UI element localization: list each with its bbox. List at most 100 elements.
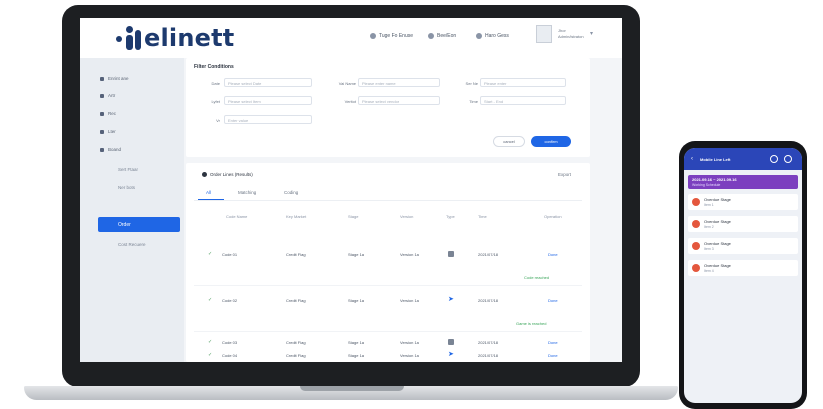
avatar[interactable] (536, 25, 552, 43)
header-link-label: Tuge Fo Enuse (379, 33, 414, 39)
value-field[interactable]: Enter value (224, 115, 312, 124)
edit-icon (476, 33, 482, 39)
column-header[interactable]: Key Market (286, 214, 306, 219)
cell-code: Code 03 (222, 340, 238, 345)
globe-icon (370, 33, 376, 39)
cell-stage: Stage 1a (348, 353, 365, 358)
column-header[interactable]: Version (400, 214, 413, 219)
box-icon (100, 147, 104, 152)
logo[interactable]: elinett (116, 23, 234, 53)
field-label: Vr (216, 118, 220, 123)
serial-field[interactable]: Please enter (480, 78, 566, 87)
cancel-button[interactable]: cancel (493, 136, 525, 147)
tab-matching[interactable]: Matching (238, 190, 256, 195)
row-action-link[interactable]: Done (548, 340, 558, 345)
header-link-edit[interactable]: Haro Gess (476, 33, 509, 39)
sidebar-item-board[interactable]: Boand (100, 147, 180, 152)
cell-market: Credit Flag (286, 353, 306, 358)
phone-header: ‹ Mobile Line Left (684, 148, 802, 170)
cell-stage: Stage 1a (348, 340, 365, 345)
sidebar-item-dashboard[interactable]: Enrint ane (100, 76, 180, 81)
list-item[interactable]: Overdue Stage Item 2 (688, 216, 798, 232)
schedule-banner[interactable]: 2021.09.16 ~ 2021.09.16 Working Schedule (688, 175, 798, 189)
column-header[interactable]: Type (446, 214, 455, 219)
row-divider (194, 285, 582, 286)
sidebar-subitem[interactable]: Cost Recuere (118, 242, 146, 247)
alert-icon (692, 198, 700, 206)
row-action-link[interactable]: Done (548, 252, 558, 257)
confirm-button[interactable]: confirm (531, 136, 571, 147)
cell-stage: Stage 1a (348, 252, 365, 257)
user-info[interactable]: Jhor Admin/istraton (558, 28, 584, 40)
user-icon (100, 93, 104, 98)
row-action-link[interactable]: Done (548, 353, 558, 358)
time-range-field[interactable]: Start - End (480, 96, 566, 105)
sidebar-item-label: Boand (108, 147, 122, 152)
date-field[interactable]: Please select Date (224, 78, 312, 87)
sidebar-subitem[interactable]: Ner bots (118, 185, 135, 190)
cell-version: Version 1a (400, 353, 419, 358)
cell-time: 2021/07/18 (478, 252, 499, 257)
back-arrow-icon[interactable]: ‹ (691, 156, 693, 162)
field-label: Veritot (344, 99, 356, 104)
cell-version: Version 1a (400, 340, 419, 345)
item-field[interactable]: Please select Item (224, 96, 312, 105)
card-title: Overdue Stage (704, 219, 731, 224)
card-subtitle: Item 2 (704, 225, 714, 229)
list-item[interactable]: Overdue Stage Item 1 (688, 194, 798, 210)
chevron-down-icon[interactable]: ▾ (590, 30, 593, 37)
export-link[interactable]: Export (558, 172, 571, 177)
app-header: elinett Tuge Fo Enuse Bee/Eon Haro Gess … (80, 18, 622, 58)
field-label: Time (469, 99, 478, 104)
filter-panel: Filter Conditions Date Please select Dat… (186, 58, 590, 157)
circle-icon (202, 172, 207, 177)
field-label: Date (211, 81, 220, 86)
cell-market: Credit Flag (286, 298, 306, 303)
sidebar-item-tools[interactable]: Rec (100, 111, 180, 116)
list-icon (100, 129, 104, 134)
tab-coding[interactable]: Coding (284, 190, 298, 195)
sidebar-item-users[interactable]: Artr (100, 93, 180, 98)
phone-screen: ‹ Mobile Line Left 2021.09.16 ~ 2021.09.… (684, 148, 802, 403)
cell-time: 2021/07/18 (478, 353, 499, 358)
fin-icon: ➤ (448, 351, 454, 358)
card-subtitle: Item 4 (704, 269, 714, 273)
sidebar: Enrint ane Artr Rec Lter Boand Sert Ftaa… (80, 58, 184, 362)
cell-stage: Stage 1a (348, 298, 365, 303)
tab-all[interactable]: All (206, 190, 211, 195)
user-role: Admin/istraton (558, 34, 584, 39)
list-item[interactable]: Overdue Stage Item 4 (688, 260, 798, 276)
table-title: Order Lines (Results) (202, 172, 253, 177)
row-action-link[interactable]: Done (548, 298, 558, 303)
column-header[interactable]: Code Name (226, 214, 247, 219)
sidebar-item-order[interactable]: Order (98, 217, 180, 232)
vendor-select[interactable]: Please select vendor (358, 96, 440, 105)
sidebar-subitem[interactable]: Sert Ftaar (118, 167, 138, 172)
order-table-panel: Order Lines (Results) Export All Matchin… (186, 163, 590, 362)
header-link-language[interactable]: Tuge Fo Enuse (370, 33, 413, 39)
card-subtitle: Item 1 (704, 203, 714, 207)
list-item[interactable]: Overdue Stage Item 3 (688, 238, 798, 254)
cell-code: Code 04 (222, 353, 238, 358)
sidebar-item-label: Enrint ane (108, 76, 129, 81)
column-header[interactable]: Operation (544, 214, 562, 219)
sidebar-item-list[interactable]: Lter (100, 129, 180, 134)
field-label: Vai Name (338, 81, 356, 86)
settings-icon[interactable] (784, 155, 792, 163)
alert-icon (692, 220, 700, 228)
cell-market: Credit Flag (286, 340, 306, 345)
card-title: Overdue Stage (704, 197, 731, 202)
row-divider (194, 331, 582, 332)
header-link-label: Bee/Eon (437, 33, 457, 39)
name-field[interactable]: Please enter name (358, 78, 440, 87)
lock-icon (448, 251, 454, 257)
lock-icon (448, 339, 454, 345)
column-header[interactable]: Stage (348, 214, 358, 219)
header-link-notifications[interactable]: Bee/Eon (428, 33, 456, 39)
phone-title: Mobile Line Left (700, 157, 731, 162)
search-icon[interactable] (770, 155, 778, 163)
tab-divider (194, 200, 582, 201)
cell-time: 2021/07/18 (478, 340, 499, 345)
logo-text: elinett (144, 24, 235, 52)
column-header[interactable]: Time (478, 214, 487, 219)
